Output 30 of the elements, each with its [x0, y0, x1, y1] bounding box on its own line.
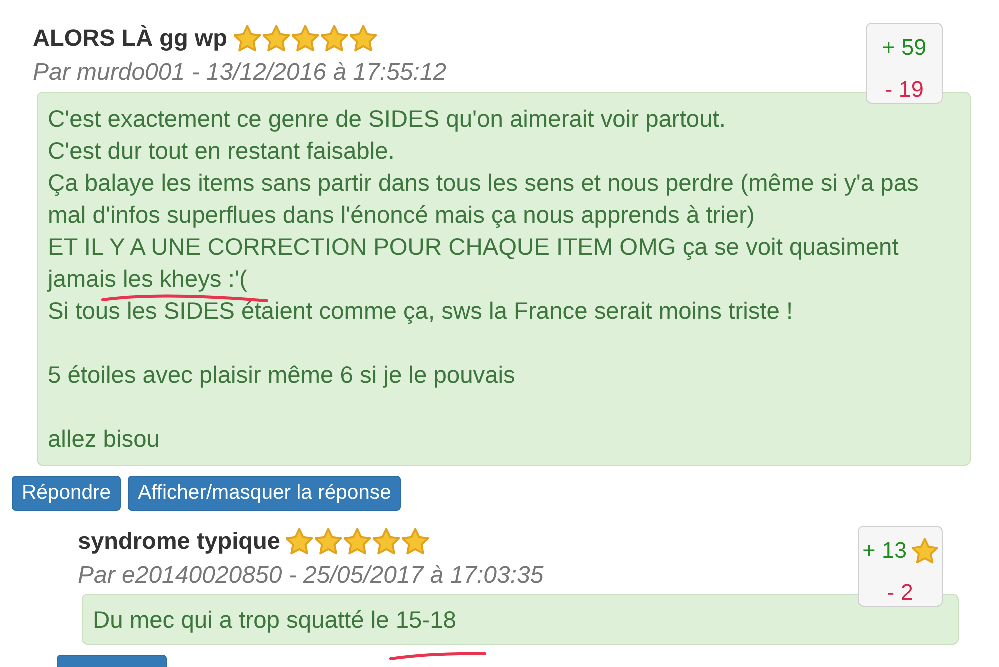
comment-text: ET IL Y A UNE CORRECTION POUR CHAQUE ITEM OMG ça se voit quasiment jamais les kheys :'(	[48, 235, 899, 293]
comment-text: 5 étoiles avec plaisir même 6 si je le pouvais	[48, 363, 516, 389]
downvote-button[interactable]: - 19	[885, 78, 924, 102]
author-date: Par murdo001 - 13/12/2016 à 17:55:12	[33, 59, 447, 87]
comment-text: C'est dur tout en restant faisable.	[48, 139, 395, 165]
toggle-reply-button[interactable]: Afficher/masquer la réponse	[128, 476, 402, 511]
star-icon	[292, 24, 319, 52]
downvote-button[interactable]: - 2	[887, 581, 914, 605]
star-icon	[320, 24, 348, 52]
comment-title: syndrome typique	[78, 527, 280, 556]
star-icon	[286, 528, 314, 554]
upvote-button[interactable]: + 59	[882, 36, 927, 60]
star-icon	[344, 528, 372, 554]
star-icon	[350, 24, 377, 52]
reply-button[interactable]	[57, 655, 167, 667]
comment-title: ALORS LÀ gg wp	[33, 24, 228, 53]
star-icon	[315, 528, 342, 554]
comment-text: C'est exactement ce genre de SIDES qu'on aimerait voir partout.	[48, 107, 726, 133]
star-icon	[262, 24, 290, 52]
comment-text: Du mec qui a trop squatté le 15-18	[93, 608, 456, 634]
author-date: Par e20140020850 - 25/05/2017 à 17:03:35	[78, 562, 544, 590]
upvote-button[interactable]: + 13	[862, 539, 907, 563]
star-icon	[402, 528, 430, 554]
star-icon	[373, 528, 400, 554]
comment-text: Ça balaye les items sans partir dans tous les sens et nous perdre (même si y'a pas mal d'infos superflues dans l'énoncé mais ça nous apprends à trier)	[48, 171, 919, 229]
star-icon	[912, 538, 938, 564]
star-icon	[234, 24, 261, 52]
reply-button[interactable]: Répondre	[12, 476, 122, 511]
comment-text: Si tous les SIDES étaient comme ça, sws la France serait moins triste !	[48, 299, 794, 325]
comment-text: allez bisou	[48, 427, 160, 453]
